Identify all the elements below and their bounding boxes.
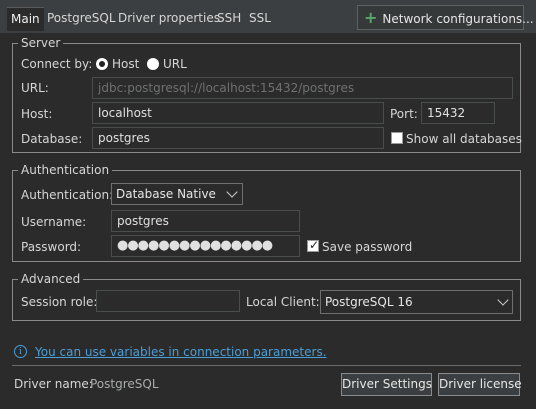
show-all-databases-checkbox[interactable] <box>391 132 403 144</box>
tab-ssh[interactable]: SSH <box>213 7 245 31</box>
connect-by-label: Connect by: <box>21 57 93 71</box>
show-all-databases-label[interactable]: Show all databases <box>406 131 522 147</box>
driver-name-label: Driver name: <box>14 377 93 391</box>
authentication-dropdown[interactable]: Database Native <box>111 183 243 205</box>
tab-main[interactable]: Main <box>7 7 44 31</box>
driver-license-button[interactable]: Driver license <box>438 373 522 396</box>
host-radio-label[interactable]: Host <box>112 56 139 72</box>
host-field[interactable]: localhost <box>92 102 384 124</box>
username-label: Username: <box>21 215 87 229</box>
tab-postgresql[interactable]: PostgreSQL <box>43 7 120 31</box>
database-field[interactable]: postgres <box>92 127 384 149</box>
port-label: Port: <box>390 107 418 121</box>
local-client-dropdown[interactable]: PostgreSQL 16 <box>320 290 513 314</box>
authentication-value: Database Native <box>116 187 216 201</box>
session-role-field[interactable] <box>96 290 240 312</box>
network-configurations-button[interactable]: + Network configurations... <box>357 5 534 30</box>
save-password-label[interactable]: Save password <box>322 239 412 255</box>
url-label: URL: <box>21 81 49 95</box>
password-field[interactable]: ●●●●●●●●●●●●●●● <box>111 235 300 257</box>
chevron-down-icon <box>226 186 238 198</box>
authentication-group-title: Authentication <box>18 163 113 177</box>
url-radio-label[interactable]: URL <box>163 56 187 72</box>
url-radio[interactable] <box>147 58 159 70</box>
tab-ssl[interactable]: SSL <box>245 7 275 31</box>
tab-bar: Main PostgreSQL Driver properties SSH SS… <box>0 0 536 33</box>
driver-name-value: PostgreSQL <box>90 377 159 391</box>
driver-settings-button[interactable]: Driver Settings <box>341 373 432 396</box>
local-client-value: PostgreSQL 16 <box>325 295 413 309</box>
host-label: Host: <box>21 107 53 121</box>
database-label: Database: <box>21 132 83 146</box>
variables-help-link[interactable]: You can use variables in connection para… <box>35 344 327 360</box>
url-field[interactable]: jdbc:postgresql://localhost:15432/postgr… <box>92 77 513 99</box>
port-field[interactable]: 15432 <box>421 102 495 124</box>
password-label: Password: <box>21 240 82 254</box>
session-role-label: Session role: <box>21 295 98 309</box>
tab-driver-properties[interactable]: Driver properties <box>114 7 224 31</box>
info-icon: i <box>14 345 27 358</box>
authentication-label: Authentication: <box>21 188 114 202</box>
network-configurations-label: Network configurations... <box>382 12 534 26</box>
server-group-title: Server <box>18 36 64 50</box>
local-client-label: Local Client: <box>246 295 320 309</box>
advanced-group-title: Advanced <box>18 272 84 286</box>
footer-divider <box>12 365 521 366</box>
save-password-checkbox[interactable] <box>307 238 319 252</box>
plus-icon: + <box>364 8 378 27</box>
host-radio[interactable] <box>96 58 108 70</box>
username-field[interactable]: postgres <box>111 210 300 232</box>
chevron-down-icon <box>497 294 509 306</box>
